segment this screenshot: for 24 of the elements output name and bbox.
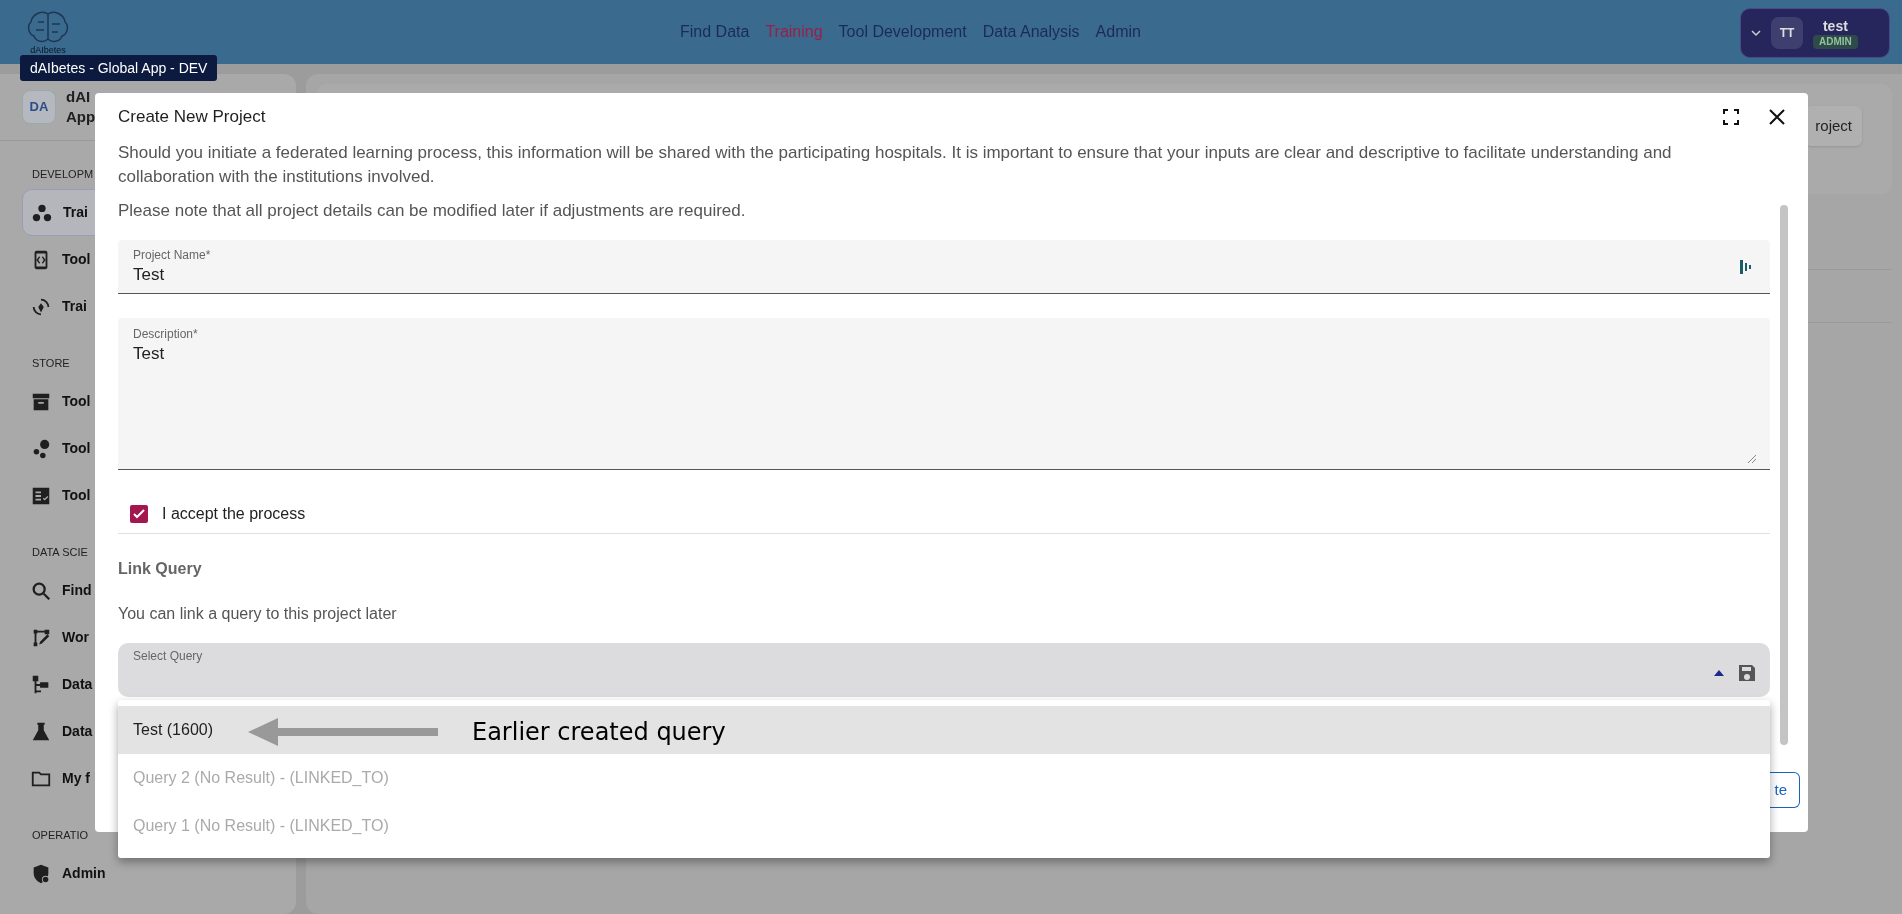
user-avatar: TT — [1771, 17, 1803, 49]
annotation-text: Earlier created query — [472, 717, 726, 748]
field-value: Test — [133, 263, 166, 286]
field-value: Test — [133, 343, 166, 365]
section-heading: Link Query — [118, 559, 203, 579]
field-label: Project Name* — [133, 246, 212, 263]
logo-text: dAIbetes — [30, 45, 66, 55]
user-name: test — [1822, 17, 1848, 35]
app-avatar: DA — [22, 90, 56, 124]
section-heading: STORE — [32, 355, 70, 371]
section-heading: DEVELOPM — [32, 166, 94, 182]
section-heading: OPERATIO — [32, 827, 89, 843]
note-paragraph: Please note that all project details can be modified later if adjustments are required. — [118, 200, 747, 222]
dialog-title: Create New Project — [118, 106, 266, 129]
checkbox-label: I accept the process — [162, 503, 306, 524]
section-heading: DATA SCIE — [32, 544, 88, 560]
field-label: Select Query — [133, 648, 203, 664]
tooltip: dAIbetes - Global App - DEV — [20, 55, 218, 81]
intro-paragraph: Should you initiate a federated learning process, this information will be shared with the participating hospitals. It is important to ensure that your inputs are clear and descriptive to facilitate understanding and collaboration with the institutions involved. — [118, 142, 1673, 188]
app-title: App — [66, 107, 96, 127]
field-label: Description* — [133, 326, 199, 342]
role-badge: ADMIN — [1813, 35, 1858, 49]
hint-text: You can link a query to this project later — [118, 604, 398, 624]
app-title: dAI — [66, 87, 92, 107]
